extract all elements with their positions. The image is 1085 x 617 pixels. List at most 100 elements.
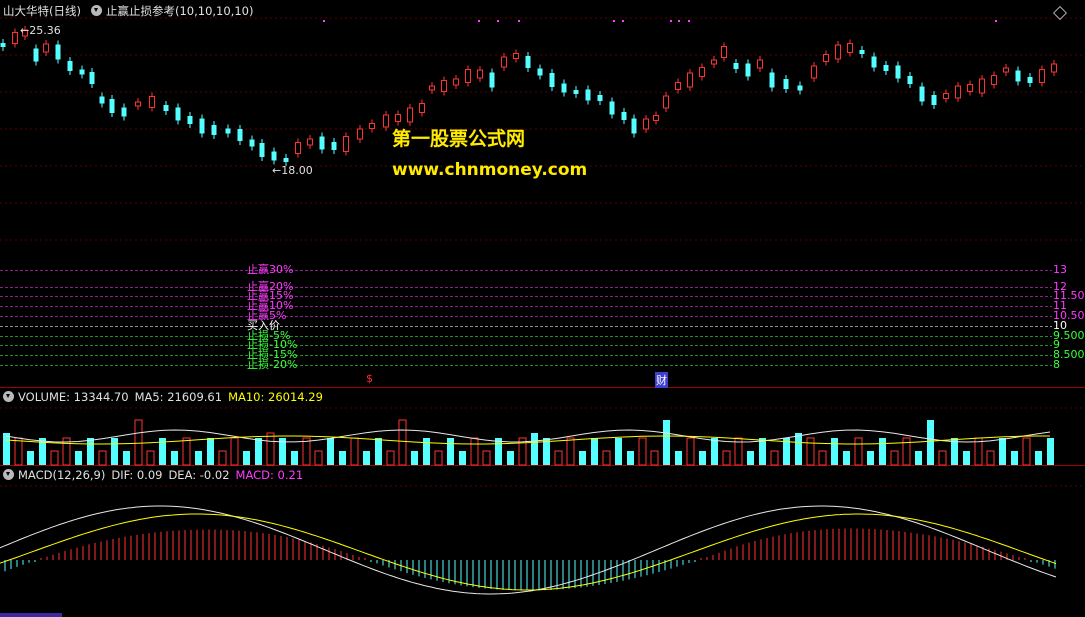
candle-up	[711, 59, 717, 65]
volume-bar-down	[195, 451, 202, 465]
volume-bar-up	[686, 437, 695, 466]
candle-down	[525, 56, 531, 68]
candle-up	[383, 114, 389, 128]
candle-up	[663, 95, 669, 109]
volume-bar-down	[207, 438, 214, 465]
candle-down	[745, 63, 751, 77]
price-chart[interactable]	[0, 0, 1085, 388]
volume-bar-down	[795, 433, 802, 465]
volume-panel[interactable]: VOLUME: 13344.70 MA5: 21609.61 MA10: 26014…	[0, 388, 1085, 466]
volume-bar-up	[470, 437, 479, 466]
volume-bar-down	[459, 451, 466, 465]
low-price-value: 18.00	[281, 164, 313, 177]
level-label: 止赢30%	[247, 263, 294, 276]
volume-bar-down	[663, 420, 670, 465]
volume-bar-up	[890, 450, 899, 466]
candle-up	[12, 32, 18, 44]
volume-bar-down	[507, 451, 514, 465]
macd-panel[interactable]: MACD(12,26,9) DIF: 0.09 DEA: -0.02 MACD: 0.…	[0, 466, 1085, 617]
volume-bar-down	[255, 438, 262, 465]
volume-bar-down	[291, 451, 298, 465]
candle-up	[43, 43, 49, 53]
macd-dif-line	[0, 505, 1057, 595]
volume-bar-up	[386, 450, 395, 466]
volume-bar-down	[339, 451, 346, 465]
candle-down	[871, 56, 877, 68]
volume-bar-down	[3, 433, 10, 465]
volume-bar-up	[554, 450, 563, 466]
volume-bar-up	[182, 437, 191, 466]
period-label: (日线)	[49, 4, 81, 18]
volume-bar-down	[579, 451, 586, 465]
indicator-dropdown-icon[interactable]	[90, 5, 102, 16]
candle-up	[149, 96, 155, 108]
marker-s: $	[366, 372, 373, 385]
candle-down	[489, 72, 495, 88]
volume-dropdown-icon[interactable]	[3, 391, 14, 402]
volume-bar-up	[230, 437, 239, 466]
candle-down	[895, 65, 901, 79]
candle-up	[477, 69, 483, 79]
candle-up	[979, 78, 985, 94]
candle-down	[283, 158, 289, 162]
macd-header: MACD(12,26,9) DIF: 0.09 DEA: -0.02 MACD: 0.…	[3, 466, 309, 484]
volume-bar-down	[843, 451, 850, 465]
marker-cai: 财	[655, 372, 668, 388]
candle-up	[429, 85, 435, 91]
volume-bar-down	[915, 451, 922, 465]
volume-bar-down	[963, 451, 970, 465]
volume-bar-down	[447, 438, 454, 465]
volume-bar-up	[650, 450, 659, 466]
macd-chart[interactable]	[0, 466, 1085, 617]
candle-up	[943, 93, 949, 99]
candle-up	[835, 44, 841, 60]
candle-down	[537, 68, 543, 76]
level-value: 8	[1053, 358, 1060, 371]
volume-bar-up	[266, 432, 275, 466]
volume-bar-up	[986, 450, 995, 466]
scrollbar-thumb	[0, 613, 62, 617]
candle-down	[199, 118, 205, 134]
candle-up	[343, 136, 349, 152]
volume-bar-down	[111, 438, 118, 465]
volume-bar-down	[867, 451, 874, 465]
volume-bar-down	[75, 451, 82, 465]
candle-down	[549, 73, 555, 87]
volume-bar-up	[314, 450, 323, 466]
macd-dea-line	[0, 513, 1057, 591]
candle-up	[643, 118, 649, 130]
volume-bar-up	[398, 419, 407, 466]
candle-down	[621, 112, 627, 120]
candle-up	[847, 43, 853, 53]
volume-bar-down	[243, 451, 250, 465]
candle-down	[121, 107, 127, 117]
macd-dropdown-icon[interactable]	[3, 469, 14, 480]
volume-bar-down	[87, 438, 94, 465]
candle-up	[653, 115, 659, 121]
volume-bar-down	[591, 438, 598, 465]
volume-bar-up	[350, 437, 359, 466]
candle-down	[79, 69, 85, 75]
volume-bar-down	[1011, 451, 1018, 465]
candle-down	[585, 89, 591, 101]
price-panel[interactable]: 山大华特(日线) 止赢止损参考(10,10,10,10) ←25.36 ←18.0…	[0, 0, 1085, 388]
candle-down	[237, 129, 243, 141]
volume-bar-down	[411, 451, 418, 465]
candle-down	[89, 72, 95, 84]
volume-ma5: MA5: 21609.61	[134, 390, 223, 404]
volume-bar-up	[218, 450, 227, 466]
candle-up	[675, 82, 681, 90]
candle-down	[733, 63, 739, 69]
candle-up	[407, 107, 413, 123]
volume-bar-down	[711, 438, 718, 465]
candle-down	[99, 96, 105, 104]
candle-down	[225, 128, 231, 134]
volume-bar-up	[14, 437, 23, 466]
volume-bar-down	[363, 451, 370, 465]
volume-bar-down	[615, 438, 622, 465]
volume-bar-down	[999, 438, 1006, 465]
volume-bar-down	[123, 451, 130, 465]
volume-ma10: MA10: 26014.29	[228, 390, 323, 404]
candle-up	[823, 54, 829, 62]
candle-up	[1003, 67, 1009, 73]
